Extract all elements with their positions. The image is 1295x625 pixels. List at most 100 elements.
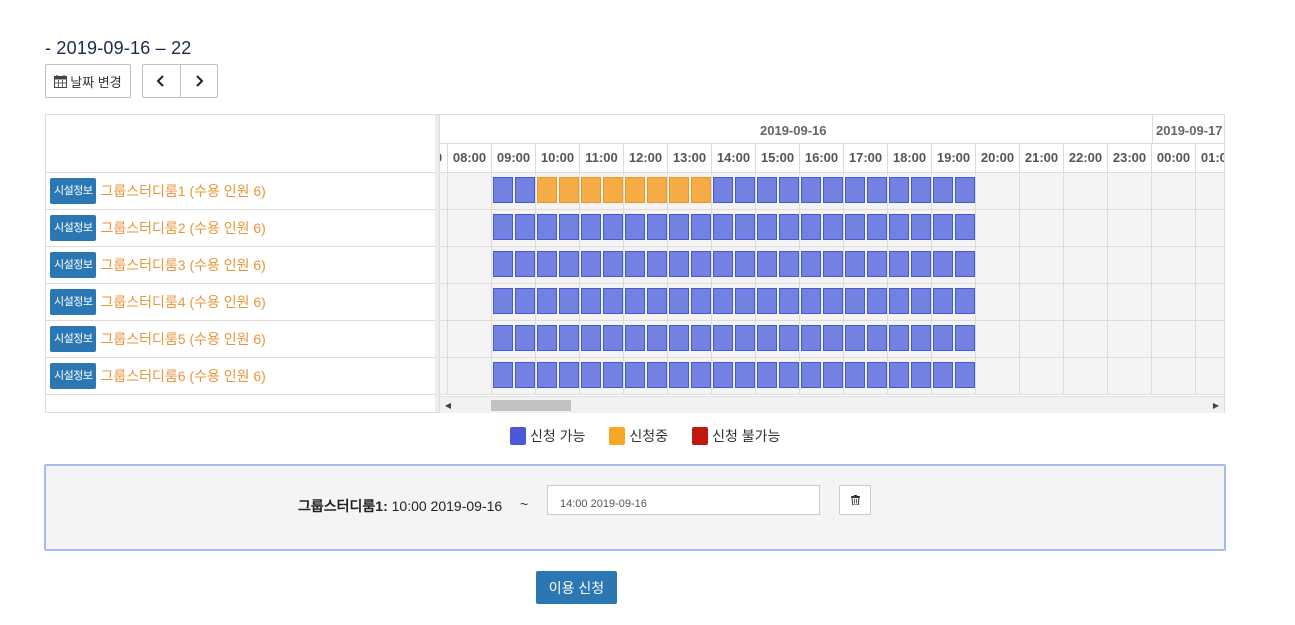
available-slot[interactable] bbox=[933, 214, 953, 240]
available-slot[interactable] bbox=[889, 288, 909, 314]
timeline-cell[interactable] bbox=[1108, 321, 1152, 357]
available-slot[interactable] bbox=[911, 251, 931, 277]
available-slot[interactable] bbox=[779, 177, 799, 203]
available-slot[interactable] bbox=[867, 214, 887, 240]
available-slot[interactable] bbox=[779, 214, 799, 240]
timeline-cell[interactable] bbox=[448, 321, 492, 357]
available-slot[interactable] bbox=[537, 362, 557, 388]
available-slot[interactable] bbox=[757, 214, 777, 240]
available-slot[interactable] bbox=[493, 177, 513, 203]
horizontal-scrollbar[interactable]: ◀ ▶ bbox=[440, 396, 1224, 413]
timeline-cell[interactable] bbox=[1064, 173, 1108, 209]
timeline-cell[interactable] bbox=[1064, 284, 1108, 320]
timeline-cell[interactable] bbox=[1064, 358, 1108, 394]
available-slot[interactable] bbox=[911, 362, 931, 388]
timeline-cell[interactable] bbox=[1020, 247, 1064, 283]
available-slot[interactable] bbox=[713, 288, 733, 314]
timeline-cell[interactable] bbox=[440, 210, 448, 246]
available-slot[interactable] bbox=[603, 325, 623, 351]
available-slot[interactable] bbox=[801, 325, 821, 351]
date-change-button[interactable]: 날짜 변경 bbox=[45, 64, 131, 98]
available-slot[interactable] bbox=[647, 251, 667, 277]
available-slot[interactable] bbox=[867, 325, 887, 351]
timeline-cell[interactable] bbox=[1196, 247, 1224, 283]
available-slot[interactable] bbox=[955, 288, 975, 314]
available-slot[interactable] bbox=[669, 288, 689, 314]
available-slot[interactable] bbox=[515, 177, 535, 203]
available-slot[interactable] bbox=[779, 288, 799, 314]
available-slot[interactable] bbox=[933, 362, 953, 388]
timeline-cell[interactable] bbox=[1108, 284, 1152, 320]
available-slot[interactable] bbox=[581, 325, 601, 351]
facility-info-button[interactable]: 시설정보 bbox=[50, 178, 97, 204]
timeline-cell[interactable] bbox=[1108, 210, 1152, 246]
available-slot[interactable] bbox=[933, 288, 953, 314]
available-slot[interactable] bbox=[801, 177, 821, 203]
timeline-cell[interactable] bbox=[976, 284, 1020, 320]
timeline-cell[interactable] bbox=[440, 358, 448, 394]
timeline-cell[interactable] bbox=[1196, 173, 1224, 209]
available-slot[interactable] bbox=[559, 214, 579, 240]
timeline-cell[interactable] bbox=[1020, 173, 1064, 209]
timeline-cell[interactable] bbox=[1020, 284, 1064, 320]
available-slot[interactable] bbox=[955, 362, 975, 388]
available-slot[interactable] bbox=[933, 251, 953, 277]
available-slot[interactable] bbox=[757, 288, 777, 314]
available-slot[interactable] bbox=[691, 325, 711, 351]
timeline-cell[interactable] bbox=[976, 173, 1020, 209]
available-slot[interactable] bbox=[713, 214, 733, 240]
available-slot[interactable] bbox=[801, 362, 821, 388]
timeline-cell[interactable] bbox=[1108, 358, 1152, 394]
pending-slot[interactable] bbox=[647, 177, 667, 203]
timeline-cell[interactable] bbox=[1020, 358, 1064, 394]
available-slot[interactable] bbox=[669, 214, 689, 240]
pending-slot[interactable] bbox=[537, 177, 557, 203]
available-slot[interactable] bbox=[537, 325, 557, 351]
available-slot[interactable] bbox=[647, 214, 667, 240]
available-slot[interactable] bbox=[823, 362, 843, 388]
available-slot[interactable] bbox=[889, 251, 909, 277]
available-slot[interactable] bbox=[933, 325, 953, 351]
available-slot[interactable] bbox=[559, 288, 579, 314]
pending-slot[interactable] bbox=[559, 177, 579, 203]
timeline-cell[interactable] bbox=[1152, 284, 1196, 320]
timeline-cell[interactable] bbox=[1152, 173, 1196, 209]
available-slot[interactable] bbox=[955, 214, 975, 240]
next-week-button[interactable] bbox=[179, 65, 218, 97]
available-slot[interactable] bbox=[845, 177, 865, 203]
timeline-cell[interactable] bbox=[1152, 210, 1196, 246]
available-slot[interactable] bbox=[625, 362, 645, 388]
available-slot[interactable] bbox=[955, 251, 975, 277]
available-slot[interactable] bbox=[691, 288, 711, 314]
available-slot[interactable] bbox=[867, 288, 887, 314]
pending-slot[interactable] bbox=[669, 177, 689, 203]
available-slot[interactable] bbox=[493, 288, 513, 314]
available-slot[interactable] bbox=[625, 325, 645, 351]
available-slot[interactable] bbox=[625, 214, 645, 240]
available-slot[interactable] bbox=[823, 251, 843, 277]
resource-name[interactable]: 그룹스터디룸3 (수용 인원 6) bbox=[100, 255, 265, 275]
available-slot[interactable] bbox=[889, 214, 909, 240]
available-slot[interactable] bbox=[955, 177, 975, 203]
available-slot[interactable] bbox=[603, 214, 623, 240]
available-slot[interactable] bbox=[735, 288, 755, 314]
available-slot[interactable] bbox=[823, 214, 843, 240]
available-slot[interactable] bbox=[647, 325, 667, 351]
resource-name[interactable]: 그룹스터디룸4 (수용 인원 6) bbox=[100, 292, 265, 312]
available-slot[interactable] bbox=[779, 251, 799, 277]
available-slot[interactable] bbox=[493, 251, 513, 277]
timeline-cell[interactable] bbox=[440, 284, 448, 320]
pending-slot[interactable] bbox=[581, 177, 601, 203]
available-slot[interactable] bbox=[515, 251, 535, 277]
pending-slot[interactable] bbox=[691, 177, 711, 203]
available-slot[interactable] bbox=[845, 251, 865, 277]
timeline-cell[interactable] bbox=[1064, 321, 1108, 357]
available-slot[interactable] bbox=[823, 177, 843, 203]
timeline-cell[interactable] bbox=[1196, 321, 1224, 357]
available-slot[interactable] bbox=[581, 288, 601, 314]
available-slot[interactable] bbox=[515, 214, 535, 240]
available-slot[interactable] bbox=[779, 325, 799, 351]
available-slot[interactable] bbox=[647, 362, 667, 388]
available-slot[interactable] bbox=[735, 214, 755, 240]
available-slot[interactable] bbox=[757, 251, 777, 277]
